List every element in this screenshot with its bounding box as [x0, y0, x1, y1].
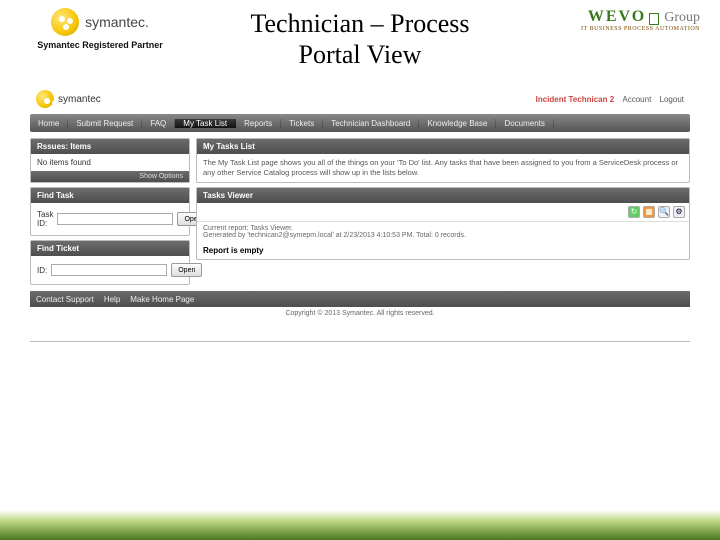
export-icon[interactable]: ▦	[643, 206, 655, 218]
panel-find-task: Find Task Task ID: Open	[30, 187, 190, 236]
portal-logo: symantec	[36, 90, 101, 108]
footer-help[interactable]: Help	[104, 295, 120, 304]
wevo-name: WEVO	[588, 8, 646, 25]
footer-contact[interactable]: Contact Support	[36, 295, 94, 304]
panel-rssues-empty: No items found	[31, 154, 189, 171]
viewer-toolbar: ↻ ▦ 🔍 ⚙	[197, 203, 689, 222]
logout-link[interactable]: Logout	[660, 95, 684, 104]
nav-faq[interactable]: FAQ	[142, 119, 175, 128]
panel-my-tasks-list: My Tasks List The My Task List page show…	[196, 138, 690, 183]
search-icon[interactable]: 🔍	[658, 206, 670, 218]
portal-logo-name: symantec	[58, 94, 101, 105]
nav-my-task-list[interactable]: My Task List	[175, 119, 236, 128]
divider	[30, 341, 690, 342]
main-nav: Home Submit Request FAQ My Task List Rep…	[30, 114, 690, 132]
symantec-name: symantec.	[85, 14, 149, 30]
nav-technician-dashboard[interactable]: Technician Dashboard	[323, 119, 419, 128]
nav-documents[interactable]: Documents	[496, 119, 553, 128]
nav-home[interactable]: Home	[30, 119, 68, 128]
wevo-box-icon	[649, 13, 659, 25]
show-options-link[interactable]: Show Options	[31, 171, 189, 182]
panel-my-tasks-list-header: My Tasks List	[197, 139, 689, 154]
panel-find-ticket: Find Ticket ID: Open	[30, 240, 190, 285]
nav-tickets[interactable]: Tickets	[281, 119, 323, 128]
panel-rssues-header: Rssues: Items	[31, 139, 189, 154]
ticket-id-label: ID:	[37, 266, 47, 275]
brand-symantec: symantec. Symantec Registered Partner	[20, 8, 180, 50]
nav-submit-request[interactable]: Submit Request	[68, 119, 142, 128]
panel-tasks-viewer-header: Tasks Viewer	[197, 188, 689, 203]
nav-reports[interactable]: Reports	[236, 119, 281, 128]
footer-home[interactable]: Make Home Page	[130, 295, 194, 304]
brand-wevo: WEVO Group IT BUSINESS PROCESS AUTOMATION	[540, 8, 700, 32]
report-current: Current report: Tasks Viewer.	[203, 225, 683, 232]
panel-rssues: Rssues: Items No items found Show Option…	[30, 138, 190, 183]
task-id-label: Task ID:	[37, 210, 53, 228]
user-role: Incident Technican 2	[536, 95, 615, 104]
bottom-gradient	[0, 510, 720, 540]
panel-tasks-viewer: Tasks Viewer ↻ ▦ 🔍 ⚙ Current report: Tas…	[196, 187, 690, 260]
symantec-small-icon	[36, 90, 54, 108]
panel-find-ticket-header: Find Ticket	[31, 241, 189, 256]
partner-label: Symantec Registered Partner	[37, 40, 163, 50]
ticket-id-input[interactable]	[51, 264, 167, 276]
wevo-script: Group	[664, 10, 700, 25]
refresh-icon[interactable]: ↻	[628, 206, 640, 218]
nav-knowledge-base[interactable]: Knowledge Base	[419, 119, 496, 128]
report-info: Current report: Tasks Viewer. Generated …	[197, 222, 689, 242]
task-id-input[interactable]	[57, 213, 173, 225]
report-generated: Generated by 'technican2@symepm.local' a…	[203, 232, 683, 239]
symantec-logo-icon	[51, 8, 79, 36]
report-empty: Report is empty	[197, 242, 689, 259]
my-tasks-list-desc: The My Task List page shows you all of t…	[197, 154, 689, 182]
panel-find-task-header: Find Task	[31, 188, 189, 203]
portal-user-area: Incident Technican 2 Account Logout	[536, 95, 684, 104]
footer-bar: Contact Support Help Make Home Page	[30, 291, 690, 307]
copyright: Copyright © 2013 Symantec. All rights re…	[30, 310, 690, 317]
slide-title: Technician – Process Portal View	[180, 8, 540, 70]
settings-icon[interactable]: ⚙	[673, 206, 685, 218]
wevo-tagline: IT BUSINESS PROCESS AUTOMATION	[581, 26, 700, 32]
account-link[interactable]: Account	[622, 95, 651, 104]
